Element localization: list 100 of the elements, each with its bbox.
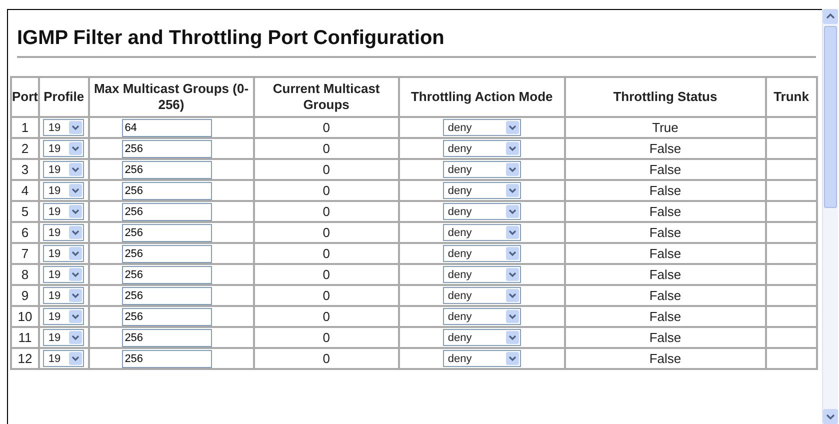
max-groups-field[interactable]: 256 xyxy=(122,266,212,284)
caret-icon xyxy=(69,142,82,156)
throttling-status-cell: False xyxy=(564,201,766,222)
action-mode-select[interactable]: deny xyxy=(442,245,521,262)
profile-select[interactable]: 19 xyxy=(43,161,84,178)
max-groups-field[interactable]: 256 xyxy=(122,244,212,262)
caret-icon xyxy=(69,226,82,240)
port-cell: 7 xyxy=(11,243,39,264)
profile-select[interactable]: 19 xyxy=(43,203,84,220)
scroll-down-icon[interactable] xyxy=(823,409,838,424)
max-groups-field[interactable]: 64 xyxy=(122,118,212,136)
column-header: Current Multicast Groups xyxy=(254,77,399,117)
caret-icon xyxy=(506,142,519,156)
port-cell: 1 xyxy=(11,117,39,138)
caret-icon xyxy=(506,289,519,302)
current-groups-cell: 0 xyxy=(254,138,399,159)
current-groups-cell: 0 xyxy=(254,159,399,180)
port-cell: 3 xyxy=(11,159,39,180)
caret-icon xyxy=(69,121,82,134)
column-header: Trunk xyxy=(766,77,817,117)
caret-icon xyxy=(506,310,519,324)
port-cell: 11 xyxy=(11,327,39,348)
port-cell: 12 xyxy=(11,348,39,369)
action-mode-select[interactable]: deny xyxy=(442,119,521,136)
action-mode-select[interactable]: deny xyxy=(442,224,521,242)
profile-select[interactable]: 19 xyxy=(43,287,84,304)
port-cell: 6 xyxy=(11,222,39,243)
port-cell: 4 xyxy=(11,180,39,201)
profile-select[interactable]: 19 xyxy=(43,308,84,326)
profile-select[interactable]: 19 xyxy=(43,350,84,368)
current-groups-cell: 0 xyxy=(254,306,399,327)
profile-select[interactable]: 19 xyxy=(43,245,84,262)
max-groups-field[interactable]: 256 xyxy=(122,350,212,368)
current-groups-cell: 0 xyxy=(254,222,399,243)
throttling-status-cell: True xyxy=(564,117,766,138)
column-header: Throttling Status xyxy=(564,77,766,117)
max-groups-field[interactable]: 256 xyxy=(122,202,212,220)
throttling-status-cell: False xyxy=(564,159,766,180)
caret-icon xyxy=(69,205,82,218)
caret-icon xyxy=(506,205,519,218)
throttling-status-cell: False xyxy=(564,306,766,327)
caret-icon xyxy=(506,163,519,176)
action-mode-select[interactable]: deny xyxy=(442,182,521,200)
caret-icon xyxy=(506,268,519,282)
current-groups-cell: 0 xyxy=(254,117,399,138)
throttling-status-cell: False xyxy=(564,138,766,159)
port-cell: 10 xyxy=(11,306,39,327)
current-groups-cell: 0 xyxy=(254,348,399,369)
max-groups-field[interactable]: 256 xyxy=(122,224,212,242)
max-groups-field[interactable]: 256 xyxy=(122,182,212,200)
profile-select[interactable]: 19 xyxy=(43,119,84,136)
current-groups-cell: 0 xyxy=(254,201,399,222)
caret-icon xyxy=(69,268,82,282)
profile-select[interactable]: 19 xyxy=(43,140,84,158)
caret-icon xyxy=(69,163,82,176)
throttling-status-cell: False xyxy=(564,180,766,201)
current-groups-cell: 0 xyxy=(254,264,399,285)
port-cell: 9 xyxy=(11,285,39,306)
caret-icon xyxy=(69,184,82,198)
action-mode-select[interactable]: deny xyxy=(442,161,521,178)
max-groups-field[interactable]: 256 xyxy=(122,328,212,346)
page-title: IGMP Filter and Throttling Port Configuration xyxy=(16,26,446,50)
profile-select[interactable]: 19 xyxy=(43,329,84,346)
current-groups-cell: 0 xyxy=(254,285,399,306)
profile-select[interactable]: 19 xyxy=(43,182,84,200)
action-mode-select[interactable]: deny xyxy=(442,203,521,220)
action-mode-select[interactable]: deny xyxy=(442,266,521,284)
current-groups-cell: 0 xyxy=(254,327,399,348)
current-groups-cell: 0 xyxy=(254,243,399,264)
action-mode-select[interactable]: deny xyxy=(442,329,521,346)
column-header: Max Multicast Groups (0-256) xyxy=(88,77,254,117)
column-header: Throttling Action Mode xyxy=(398,77,565,117)
column-header: Port xyxy=(11,77,39,117)
action-mode-select[interactable]: deny xyxy=(442,140,521,158)
profile-select[interactable]: 19 xyxy=(43,224,84,242)
caret-icon xyxy=(506,226,519,240)
caret-icon xyxy=(69,289,82,302)
max-groups-field[interactable]: 256 xyxy=(122,308,212,326)
port-cell: 2 xyxy=(11,138,39,159)
throttling-status-cell: False xyxy=(564,264,766,285)
profile-select[interactable]: 19 xyxy=(43,266,84,284)
caret-icon xyxy=(69,310,82,324)
caret-icon xyxy=(69,352,82,366)
port-cell: 8 xyxy=(11,264,39,285)
throttling-status-cell: False xyxy=(564,243,766,264)
action-mode-select[interactable]: deny xyxy=(442,287,521,304)
caret-icon xyxy=(69,247,82,260)
max-groups-field[interactable]: 256 xyxy=(122,286,212,304)
scroll-up-icon[interactable] xyxy=(823,9,838,24)
throttling-status-cell: False xyxy=(564,327,766,348)
caret-icon xyxy=(506,121,519,134)
max-groups-field[interactable]: 256 xyxy=(122,160,212,178)
action-mode-select[interactable]: deny xyxy=(442,350,521,368)
throttling-status-cell: False xyxy=(564,285,766,306)
scroll-thumb[interactable] xyxy=(824,26,837,208)
current-groups-cell: 0 xyxy=(254,180,399,201)
column-header: Profile xyxy=(39,77,89,117)
caret-icon xyxy=(506,247,519,260)
max-groups-field[interactable]: 256 xyxy=(122,140,212,158)
action-mode-select[interactable]: deny xyxy=(442,308,521,326)
